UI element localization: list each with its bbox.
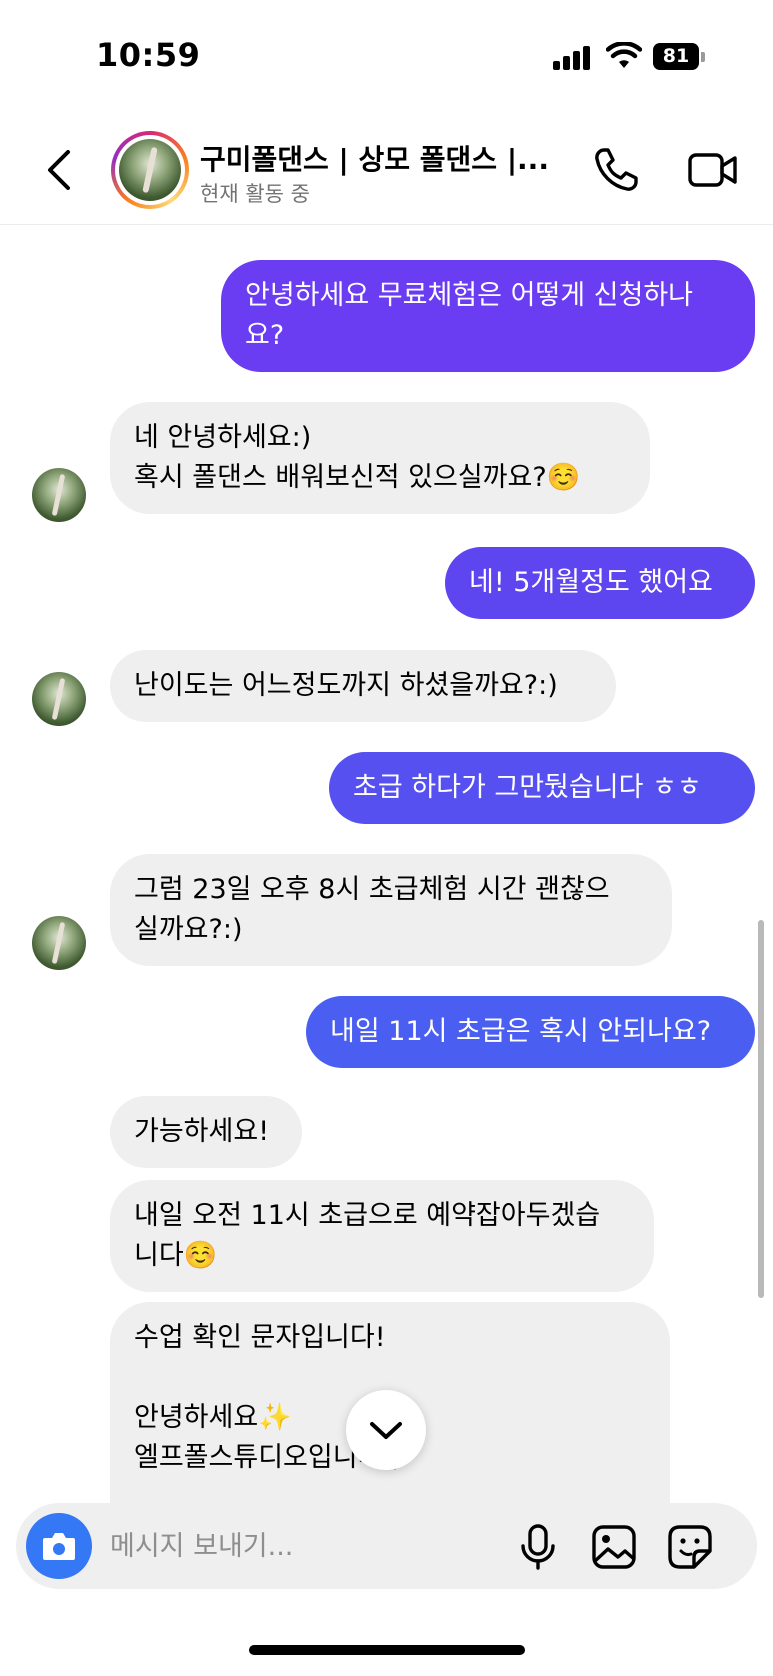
sticker-button[interactable] [666,1523,714,1571]
profile-avatar[interactable] [111,131,189,209]
message-bubble-incoming[interactable]: 네 안녕하세요:) 혹시 폴댄스 배워보신적 있으실까요?☺️ [110,402,650,514]
message-input[interactable] [110,1523,490,1569]
home-indicator[interactable] [249,1645,525,1655]
message-bubble-incoming[interactable]: 가능하세요! [110,1096,302,1168]
message-bubble-incoming[interactable]: 내일 오전 11시 초급으로 예약잡아두겠습 니다☺️ [110,1180,654,1292]
sender-avatar[interactable] [32,672,86,726]
message-bubble-incoming[interactable]: 난이도는 어느정도까지 하셨을까요?:) [110,650,616,722]
message-bubble-outgoing[interactable]: 안녕하세요 무료체험은 어떻게 신청하나 요? [221,260,755,372]
wifi-icon [605,41,643,70]
mic-icon [521,1524,555,1570]
active-status: 현재 활동 중 [200,182,310,206]
message-list[interactable]: 안녕하세요 무료체험은 어떻게 신청하나 요? 네 안녕하세요:) 혹시 폴댄스… [0,226,773,1504]
sticker-icon [668,1525,712,1569]
scrollbar[interactable] [758,920,764,1298]
phone-icon [595,148,638,191]
voice-message-button[interactable] [516,1523,560,1571]
cellular-signal-icon [553,46,593,70]
video-icon [688,153,737,187]
message-composer [16,1503,757,1589]
status-time: 10:59 [96,36,201,74]
chat-screen: 10:59 81 구미폴댄스 | 상모 폴댄스 |... 현재 활동 중 안녕하… [0,0,773,1676]
back-button[interactable] [40,146,80,194]
chat-header: 구미폴댄스 | 상모 폴댄스 |... 현재 활동 중 [0,110,773,225]
battery-level: 81 [653,43,699,70]
gallery-button[interactable] [590,1523,638,1571]
sender-avatar[interactable] [32,916,86,970]
message-bubble-outgoing[interactable]: 내일 11시 초급은 혹시 안되나요? [306,996,755,1068]
back-icon [48,150,70,190]
message-bubble-outgoing[interactable]: 초급 하다가 그만뒀습니다 ㅎㅎ [329,752,755,824]
scroll-to-bottom-button[interactable] [346,1390,426,1470]
chat-title[interactable]: 구미폴댄스 | 상모 폴댄스 |... [200,138,550,178]
voice-call-button[interactable] [592,146,640,194]
battery-icon: 81 [653,43,705,70]
gallery-icon [592,1525,636,1569]
video-call-button[interactable] [687,146,739,194]
status-bar: 10:59 81 [0,0,773,110]
camera-icon [43,1533,75,1560]
message-bubble-incoming[interactable]: 그럼 23일 오후 8시 초급체험 시간 괜찮으 실까요?:) [110,854,672,966]
camera-button[interactable] [26,1513,92,1579]
sender-avatar[interactable] [32,468,86,522]
message-bubble-outgoing[interactable]: 네! 5개월정도 했어요 [445,547,755,619]
chevron-down-icon [370,1422,402,1439]
